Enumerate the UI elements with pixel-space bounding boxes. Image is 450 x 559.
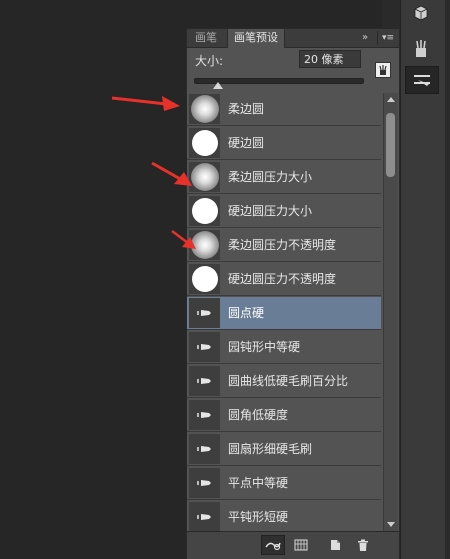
new-preset-icon[interactable] bbox=[327, 537, 343, 553]
brush-preset-item[interactable]: 园钝形中等硬 bbox=[187, 331, 381, 364]
brush-preset-label: 圆曲线低硬毛刷百分比 bbox=[228, 374, 349, 388]
brush-preset-item[interactable]: 柔边圆压力不透明度 bbox=[187, 229, 381, 262]
hard-round-thumbnail-icon bbox=[189, 264, 220, 294]
brush-preset-label: 硬边圆 bbox=[228, 136, 265, 150]
annotation-arrow-1 bbox=[111, 96, 180, 111]
brush-preset-item[interactable]: 圆扇形细硬毛刷 bbox=[187, 433, 381, 466]
tip-brush-thumbnail-icon bbox=[189, 434, 220, 464]
hard-round-thumbnail-icon bbox=[189, 196, 220, 226]
brush-preset-label: 硬边圆压力不透明度 bbox=[228, 272, 337, 286]
brush-preset-label: 硬边圆压力大小 bbox=[228, 204, 313, 218]
3d-cube-icon[interactable] bbox=[405, 0, 437, 26]
brush-preset-item[interactable]: 圆角低硬度 bbox=[187, 399, 381, 432]
brush-settings-icon[interactable] bbox=[405, 66, 439, 94]
reset-brush-icon[interactable] bbox=[375, 62, 391, 78]
delete-icon[interactable] bbox=[355, 537, 371, 553]
brush-preset-label: 平钝形短硬 bbox=[228, 510, 289, 524]
brush-preset-item[interactable]: 平点中等硬 bbox=[187, 467, 381, 500]
scroll-up-icon[interactable] bbox=[387, 97, 395, 102]
brush-preset-label: 柔边圆压力不透明度 bbox=[228, 238, 337, 252]
panel-menu-button[interactable]: ▾≡ bbox=[377, 31, 398, 45]
tab-brush-presets[interactable]: 画笔预设 bbox=[227, 29, 285, 48]
brush-preset-label: 平点中等硬 bbox=[228, 476, 289, 490]
panel-tab-bar: 画笔 画笔预设 » ▾≡ bbox=[187, 29, 399, 48]
brush-preset-list: 柔边圆硬边圆柔边圆压力大小 硬边圆压力大小柔边圆压力不透明度 硬边圆压力不透明度 圆点… bbox=[187, 93, 381, 531]
brush-preset-item[interactable]: 硬边圆压力不透明度 bbox=[187, 263, 381, 296]
size-slider-thumb[interactable] bbox=[212, 82, 223, 89]
brush-preset-label: 圆点硬 bbox=[228, 306, 265, 320]
size-input[interactable]: 20 像素 bbox=[299, 50, 361, 68]
brush-preset-item[interactable]: 硬边圆压力大小 bbox=[187, 195, 381, 228]
brush-preset-label: 圆扇形细硬毛刷 bbox=[228, 442, 313, 456]
collapse-button[interactable]: » bbox=[357, 29, 373, 47]
annotation-arrow-2 bbox=[151, 161, 192, 186]
brush-preset-label: 柔边圆 bbox=[228, 102, 265, 116]
brush-preset-icon[interactable] bbox=[405, 36, 437, 62]
tip-brush-thumbnail-icon bbox=[189, 332, 220, 362]
size-label: 大小: bbox=[195, 54, 224, 68]
tip-brush-thumbnail-icon bbox=[189, 366, 220, 396]
brush-preset-item[interactable]: 柔边圆 bbox=[187, 93, 381, 126]
list-scrollbar[interactable] bbox=[383, 93, 398, 531]
annotation-arrow-3 bbox=[171, 230, 196, 249]
soft-round-thumbnail-icon bbox=[189, 94, 220, 124]
brush-preset-item[interactable]: 圆点硬 bbox=[187, 297, 381, 330]
panel-bottom-bar bbox=[187, 531, 399, 559]
toggle-brush-panel-icon[interactable] bbox=[261, 535, 285, 555]
brush-presets-panel: 画笔 画笔预设 » ▾≡ 大小: 20 像素 柔边圆 硬边圆 柔边圆压力大小 硬边圆压… bbox=[186, 28, 400, 559]
brush-preset-label: 园钝形中等硬 bbox=[228, 340, 301, 354]
dock-edge bbox=[445, 0, 450, 559]
brush-preset-label: 柔边圆压力大小 bbox=[228, 170, 313, 184]
tip-brush-thumbnail-icon bbox=[189, 502, 220, 531]
tip-brush-thumbnail-icon bbox=[189, 468, 220, 498]
create-brush-grid-icon[interactable] bbox=[293, 537, 309, 553]
tip-brush-thumbnail-icon bbox=[189, 400, 220, 430]
scroll-down-icon[interactable] bbox=[387, 522, 395, 527]
right-dock bbox=[400, 0, 450, 559]
brush-preset-item[interactable]: 圆曲线低硬毛刷百分比 bbox=[187, 365, 381, 398]
hard-round-thumbnail-icon bbox=[189, 128, 220, 158]
brush-preset-item[interactable]: 硬边圆 bbox=[187, 127, 381, 160]
brush-preset-item[interactable]: 柔边圆压力大小 bbox=[187, 161, 381, 194]
scroll-thumb[interactable] bbox=[386, 113, 395, 177]
tip-brush-thumbnail-icon bbox=[189, 298, 220, 328]
canvas-workspace bbox=[0, 0, 185, 559]
brush-preset-item[interactable]: 平钝形短硬 bbox=[187, 501, 381, 531]
brush-preset-label: 圆角低硬度 bbox=[228, 408, 289, 422]
tab-brush[interactable]: 画笔 bbox=[189, 29, 223, 47]
